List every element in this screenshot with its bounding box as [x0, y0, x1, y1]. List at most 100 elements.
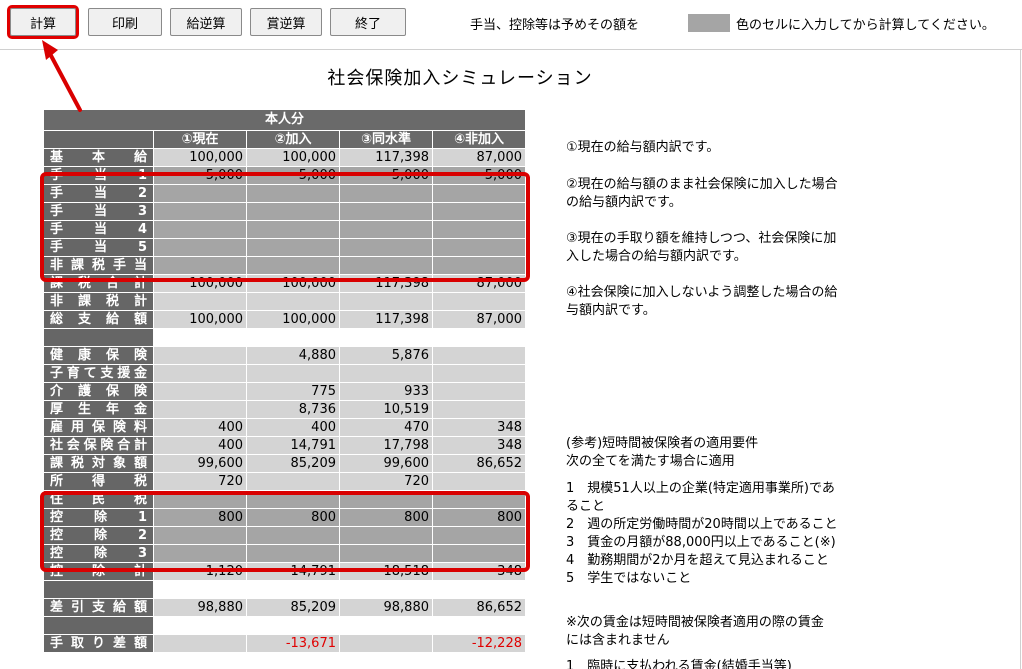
frame-border — [1020, 50, 1021, 669]
table-row: 社会保険合計 400 14,791 17,798 348 — [44, 436, 525, 454]
reference-item: 4 勤務期間が2か月を超えて見込まれること — [566, 553, 829, 568]
value-cell: 100,000 — [246, 149, 339, 166]
table-row: 介護保険 775 933 — [44, 382, 525, 400]
table-row: 総支給額 100,000 100,000 117,398 87,000 — [44, 310, 525, 328]
reference-item: 5 学生ではないこと — [566, 571, 692, 586]
explanation-line: の給与額内訳です。 — [566, 195, 682, 210]
value-cell — [432, 401, 525, 418]
table-row: 所得税 720 720 — [44, 472, 525, 490]
value-cell: 86,652 — [432, 599, 525, 616]
value-cell — [246, 581, 339, 598]
note-item: 1 臨時に支払われる賃金(結婚手当等) — [566, 659, 792, 669]
table-row — [44, 580, 525, 598]
row-label: 課税対象額 — [44, 455, 153, 472]
reference-line: (参考)短時間被保険者の適用要件 — [566, 436, 759, 451]
value-cell: 117,398 — [339, 311, 432, 328]
row-label — [44, 581, 153, 598]
value-cell — [339, 329, 432, 346]
reference-item: 3 賃金の月額が88,000円以上であること(※) — [566, 535, 836, 550]
toolbar: 計算 印刷 給逆算 賞逆算 終了 手当、控除等は予めその額を 色のセルに入力して… — [0, 0, 1022, 50]
table-row: 基本給 100,000 100,000 117,398 87,000 — [44, 148, 525, 166]
row-label: 社会保険合計 — [44, 437, 153, 454]
value-cell: 100,000 — [153, 311, 246, 328]
value-cell: 8,736 — [246, 401, 339, 418]
explanation-2: ②現在の給与額のまま社会保険に加入した場合 の給与額内訳です。 — [566, 176, 838, 212]
value-cell — [339, 293, 432, 310]
value-cell: 98,880 — [339, 599, 432, 616]
value-cell — [153, 365, 246, 382]
column-header-current: ①現在 — [153, 131, 246, 148]
exit-button[interactable]: 終了 — [330, 8, 406, 36]
explanation-line: ①現在の給与額内訳です。 — [566, 140, 720, 155]
row-label: 雇用保険料 — [44, 419, 153, 436]
row-label: 基本給 — [44, 149, 153, 166]
row-label: 所得税 — [44, 473, 153, 490]
value-cell: 400 — [246, 419, 339, 436]
value-cell — [153, 347, 246, 364]
value-cell — [432, 329, 525, 346]
value-cell: 400 — [153, 419, 246, 436]
value-cell: 5,876 — [339, 347, 432, 364]
value-cell: 85,209 — [246, 599, 339, 616]
row-label — [44, 329, 153, 346]
value-cell — [246, 617, 339, 634]
value-cell — [339, 617, 432, 634]
explanation-line: ③現在の手取り額を維持しつつ、社会保険に加 — [566, 231, 837, 246]
row-label: 健康保険 — [44, 347, 153, 364]
value-cell: 348 — [432, 437, 525, 454]
value-cell: -13,671 — [246, 635, 339, 652]
value-cell: 470 — [339, 419, 432, 436]
value-cell — [246, 365, 339, 382]
value-cell — [432, 581, 525, 598]
value-cell: 720 — [153, 473, 246, 490]
value-cell — [432, 617, 525, 634]
row-label: 総支給額 — [44, 311, 153, 328]
table-row: 差引支給額 98,880 85,209 98,880 86,652 — [44, 598, 525, 616]
value-cell: 87,000 — [432, 149, 525, 166]
value-cell: 10,519 — [339, 401, 432, 418]
column-header-row: ①現在 ②加入 ③同水準 ④非加入 — [44, 130, 525, 148]
value-cell: 99,600 — [339, 455, 432, 472]
value-cell: 17,798 — [339, 437, 432, 454]
value-cell — [153, 329, 246, 346]
row-label: 子育て支援金 — [44, 365, 153, 382]
value-cell — [432, 347, 525, 364]
value-cell — [153, 581, 246, 598]
row-label: 厚生年金 — [44, 401, 153, 418]
value-cell: 348 — [432, 419, 525, 436]
value-cell — [153, 401, 246, 418]
row-label: 非課税計 — [44, 293, 153, 310]
column-header-non-join: ④非加入 — [432, 131, 525, 148]
column-header-same-level: ③同水準 — [339, 131, 432, 148]
value-cell — [153, 383, 246, 400]
wage-note-item: 1 臨時に支払われる賃金(結婚手当等) — [566, 658, 792, 669]
value-cell: 775 — [246, 383, 339, 400]
bonus-reverse-calc-button[interactable]: 賞逆算 — [250, 8, 322, 36]
value-cell: 100,000 — [246, 311, 339, 328]
column-header-join: ②加入 — [246, 131, 339, 148]
value-cell — [246, 329, 339, 346]
print-button[interactable]: 印刷 — [88, 8, 162, 36]
value-cell — [432, 473, 525, 490]
reference-item: 2 週の所定労働時間が20時間以上であること — [566, 517, 838, 532]
value-cell — [339, 365, 432, 382]
wage-note: ※次の賃金は短時間被保険者適用の際の賃金 には含まれません — [566, 614, 824, 650]
calculate-button[interactable]: 計算 — [7, 5, 79, 39]
allowance-highlight-box — [40, 172, 530, 282]
salary-reverse-calc-button[interactable]: 給逆算 — [170, 8, 242, 36]
reference-title: (参考)短時間被保険者の適用要件 次の全てを満たす場合に適用 — [566, 435, 758, 471]
table-row — [44, 328, 525, 346]
value-cell: 98,880 — [153, 599, 246, 616]
arrow-icon — [42, 40, 82, 112]
table-row: 雇用保険料 400 400 470 348 — [44, 418, 525, 436]
explanation-line: 与額内訳です。 — [566, 303, 656, 318]
value-cell: 99,600 — [153, 455, 246, 472]
table-row — [44, 616, 525, 634]
row-label: 手取り差額 — [44, 635, 153, 652]
app-window: 計算 印刷 給逆算 賞逆算 終了 手当、控除等は予めその額を 色のセルに入力して… — [0, 0, 1022, 669]
value-cell: 87,000 — [432, 311, 525, 328]
value-cell — [432, 383, 525, 400]
value-cell — [339, 581, 432, 598]
value-cell — [246, 293, 339, 310]
table-row: 厚生年金 8,736 10,519 — [44, 400, 525, 418]
